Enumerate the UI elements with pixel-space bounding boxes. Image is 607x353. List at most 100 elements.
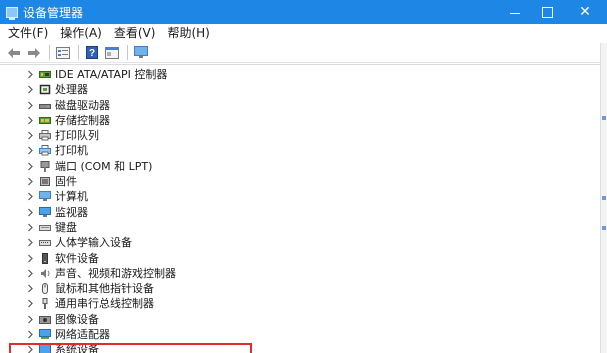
view-icon[interactable] — [104, 45, 120, 61]
tree-node-label: 人体学输入设备 — [55, 236, 132, 250]
menu-action[interactable]: 操作(A) — [54, 24, 108, 43]
port-icon — [39, 160, 51, 172]
print-queue-icon — [39, 130, 51, 141]
expand-chevron-icon[interactable] — [27, 192, 34, 201]
background-window-edge — [602, 226, 606, 230]
tree-node[interactable]: 图像设备 — [0, 312, 600, 327]
computer-icon — [39, 191, 51, 202]
tree-node-label: 打印机 — [55, 144, 88, 158]
tree-node[interactable]: 打印队列 — [0, 128, 600, 143]
tree-node[interactable]: 网络适配器 — [0, 327, 600, 342]
back-icon[interactable] — [6, 45, 22, 61]
tree-node-label: 存储控制器 — [55, 113, 110, 127]
tree-node[interactable]: 鼠标和其他指针设备 — [0, 281, 600, 296]
monitor-icon[interactable] — [133, 45, 149, 61]
expand-chevron-icon[interactable] — [27, 269, 34, 278]
ide-controller-icon — [39, 69, 51, 80]
disk-drive-icon — [39, 100, 51, 111]
window-title: 设备管理器 — [23, 5, 84, 20]
expand-chevron-icon[interactable] — [27, 315, 34, 324]
expand-chevron-icon[interactable] — [27, 146, 34, 155]
highlight-box — [9, 343, 252, 353]
tree-node[interactable]: 存储控制器 — [0, 113, 600, 128]
expand-chevron-icon[interactable] — [27, 101, 34, 110]
tree-node-label: 键盘 — [55, 220, 77, 234]
tree-node-label: 通用串行总线控制器 — [55, 297, 154, 311]
tree-node[interactable]: 软件设备 — [0, 251, 600, 266]
expand-chevron-icon[interactable] — [27, 238, 34, 247]
tree-node[interactable]: 通用串行总线控制器 — [0, 296, 600, 311]
network-adapter-icon — [39, 329, 51, 340]
expand-chevron-icon[interactable] — [27, 131, 34, 140]
tree-node-label: IDE ATA/ATAPI 控制器 — [55, 68, 168, 81]
menu-file[interactable]: 文件(F) — [2, 24, 54, 43]
background-window-edge — [602, 116, 606, 120]
expand-chevron-icon[interactable] — [27, 162, 34, 171]
close-button[interactable]: ✕ — [563, 0, 607, 24]
mouse-icon — [39, 283, 51, 295]
minimize-button[interactable] — [499, 0, 531, 24]
forward-icon[interactable] — [26, 45, 42, 61]
tree-node[interactable]: 声音、视频和游戏控制器 — [0, 266, 600, 281]
title-bar: 设备管理器 ✕ — [0, 0, 607, 24]
hid-icon — [39, 237, 51, 248]
toolbar: ? — [0, 43, 607, 63]
background-window-edge — [602, 196, 606, 200]
tree-node[interactable]: 处理器 — [0, 82, 600, 97]
software-device-icon — [39, 252, 51, 264]
printer-icon — [39, 145, 51, 156]
expand-chevron-icon[interactable] — [27, 330, 34, 339]
menu-help[interactable]: 帮助(H) — [161, 24, 215, 43]
properties-icon[interactable] — [55, 45, 71, 61]
expand-chevron-icon[interactable] — [27, 116, 34, 125]
help-icon[interactable]: ? — [84, 45, 100, 61]
camera-icon — [39, 314, 51, 325]
toolbar-separator — [78, 45, 79, 60]
tree-node[interactable]: 磁盘驱动器 — [0, 98, 600, 113]
expand-chevron-icon[interactable] — [27, 284, 34, 293]
menu-view[interactable]: 查看(V) — [108, 24, 162, 43]
tree-node-label: 声音、视频和游戏控制器 — [55, 266, 176, 280]
tree-node-label: 端口 (COM 和 LPT) — [55, 159, 153, 173]
expand-chevron-icon[interactable] — [27, 223, 34, 232]
tree-node-label: 计算机 — [55, 190, 88, 204]
storage-controller-icon — [39, 115, 51, 126]
expand-chevron-icon[interactable] — [27, 208, 34, 217]
tree-node[interactable]: 监视器 — [0, 205, 600, 220]
expand-chevron-icon[interactable] — [27, 299, 34, 308]
expand-chevron-icon[interactable] — [27, 70, 34, 79]
tree-node[interactable]: 端口 (COM 和 LPT) — [0, 159, 600, 174]
keyboard-icon — [39, 222, 51, 233]
expand-chevron-icon[interactable] — [27, 85, 34, 94]
menu-bar: 文件(F) 操作(A) 查看(V) 帮助(H) — [0, 24, 607, 43]
device-manager-app-icon — [6, 6, 18, 20]
processor-icon — [39, 84, 51, 95]
tree-node[interactable]: 固件 — [0, 174, 600, 189]
tree-node-label: 处理器 — [55, 83, 88, 97]
window-controls: ✕ — [499, 0, 607, 24]
tree-node-label: 鼠标和其他指针设备 — [55, 282, 154, 296]
expand-chevron-icon[interactable] — [27, 177, 34, 186]
tree-node[interactable]: 计算机 — [0, 189, 600, 204]
tree-node-label: 监视器 — [55, 205, 88, 219]
maximize-button[interactable] — [531, 0, 563, 24]
tree-node[interactable]: 打印机 — [0, 143, 600, 158]
usb-icon — [39, 298, 51, 310]
toolbar-separator — [49, 45, 50, 60]
tree-node-label: 软件设备 — [55, 251, 99, 265]
device-tree-panel: IDE ATA/ATAPI 控制器 处理器 磁盘驱动器 存储控制器 打印队列 打印机 端口 … — [0, 64, 600, 353]
sound-icon — [39, 268, 51, 279]
expand-chevron-icon[interactable] — [27, 254, 34, 263]
tree-node-label: 固件 — [55, 175, 77, 189]
tree-node-label: 网络适配器 — [55, 328, 110, 342]
tree-node-label: 磁盘驱动器 — [55, 98, 110, 112]
svg-text:?: ? — [89, 48, 95, 59]
device-tree: IDE ATA/ATAPI 控制器 处理器 磁盘驱动器 存储控制器 打印队列 打印机 端口 … — [0, 67, 600, 353]
monitor-icon — [39, 206, 51, 218]
tree-node[interactable]: 键盘 — [0, 220, 600, 235]
tree-node[interactable]: IDE ATA/ATAPI 控制器 — [0, 67, 600, 82]
tree-node[interactable]: 人体学输入设备 — [0, 235, 600, 250]
toolbar-separator — [127, 45, 128, 60]
tree-node-label: 图像设备 — [55, 312, 99, 326]
firmware-icon — [39, 176, 51, 187]
